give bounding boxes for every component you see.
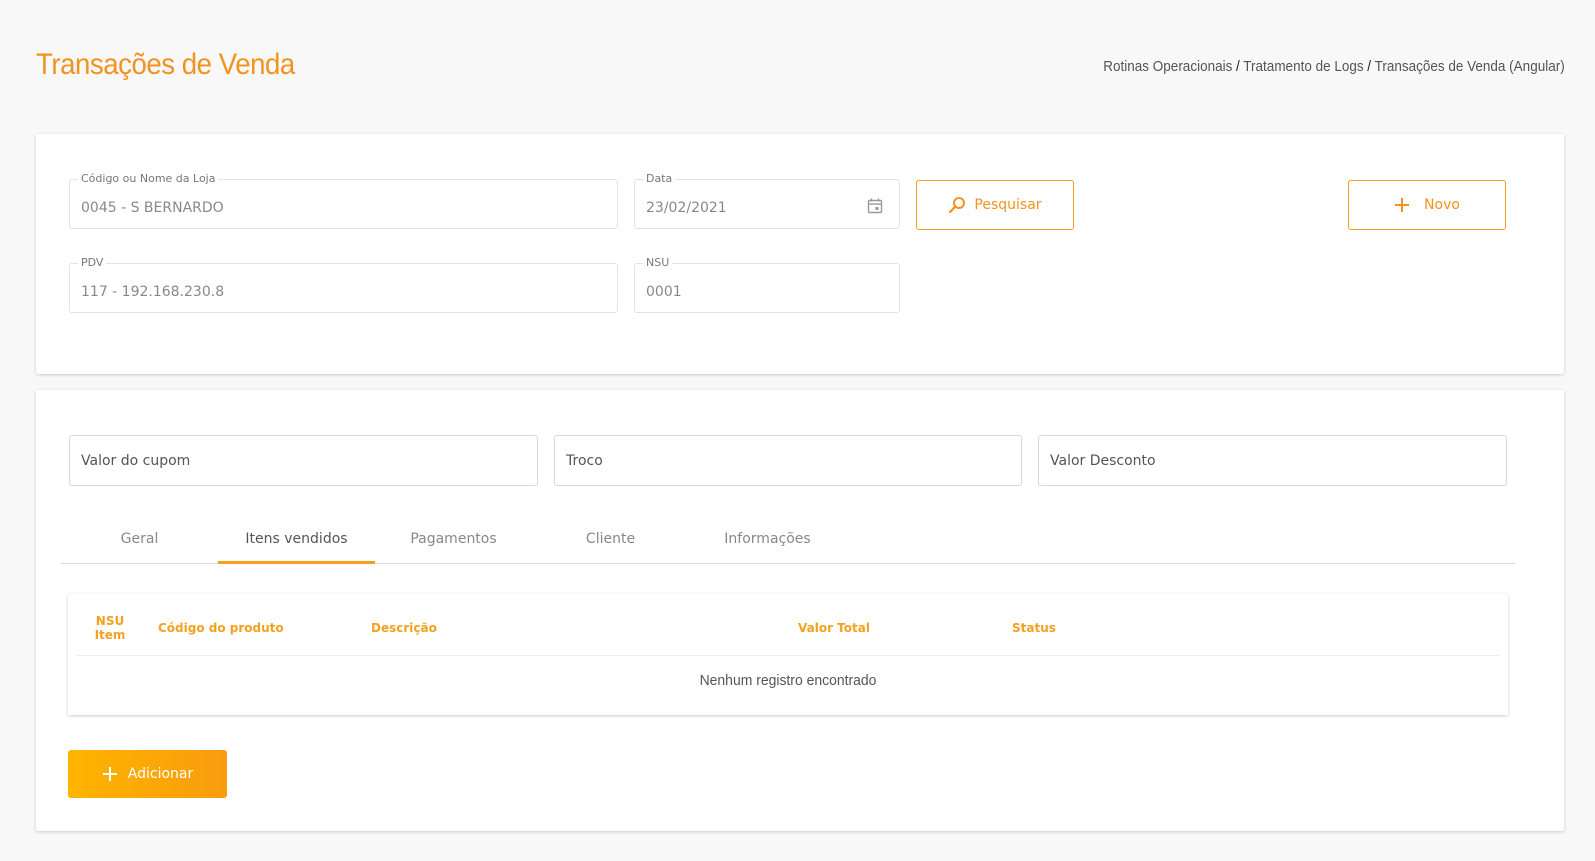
change-placeholder: Troco — [566, 453, 603, 469]
column-header-nsu-item[interactable]: NSU Item — [94, 614, 126, 642]
breadcrumb-item[interactable]: Rotinas Operacionais — [1104, 58, 1233, 75]
pdv-field-value: 117 - 192.168.230.8 — [81, 284, 225, 300]
add-button-label: Adicionar — [127, 766, 194, 782]
store-field-label: Código ou Nome da Loja — [78, 172, 219, 185]
empty-table-message: Nenhum registro encontrado — [699, 672, 877, 689]
calendar-icon[interactable] — [867, 198, 883, 214]
nsu-field[interactable]: NSU 0001 — [634, 256, 900, 313]
add-button[interactable]: Adicionar — [68, 750, 227, 798]
tab-itens-vendidos[interactable]: Itens vendidos — [218, 520, 375, 564]
new-button-label: Novo — [1424, 197, 1460, 213]
date-field[interactable]: Data 23/02/2021 — [634, 172, 900, 229]
date-field-value: 23/02/2021 — [646, 200, 727, 216]
column-header-total-value[interactable]: Valor Total — [798, 621, 870, 635]
column-header-nsu-line2: Item — [94, 628, 126, 642]
tab-geral[interactable]: Geral — [61, 520, 218, 564]
tab-informacoes[interactable]: Informações — [689, 520, 846, 564]
plus-icon — [102, 767, 117, 781]
breadcrumb-item[interactable]: Tratamento de Logs — [1244, 58, 1364, 75]
items-table: NSU Item Código do produto Descrição Val… — [68, 594, 1508, 715]
column-header-description[interactable]: Descrição — [371, 621, 437, 635]
search-icon — [949, 197, 966, 214]
nsu-field-value: 0001 — [646, 284, 682, 300]
store-field[interactable]: Código ou Nome da Loja 0045 - S BERNARDO — [69, 172, 618, 229]
filter-card: Código ou Nome da Loja 0045 - S BERNARDO… — [36, 134, 1564, 374]
breadcrumb-separator: / — [1367, 58, 1372, 75]
search-button-label: Pesquisar — [974, 197, 1042, 213]
tab-pagamentos[interactable]: Pagamentos — [375, 520, 532, 564]
column-header-status[interactable]: Status — [1012, 621, 1056, 635]
page-title: Transações de Venda — [36, 48, 295, 81]
pdv-field[interactable]: PDV 117 - 192.168.230.8 — [69, 256, 618, 313]
plus-icon — [1395, 198, 1410, 212]
store-field-value: 0045 - S BERNARDO — [81, 200, 224, 216]
column-header-product-code[interactable]: Código do produto — [158, 621, 284, 635]
discount-value-input[interactable]: Valor Desconto — [1038, 435, 1507, 486]
coupon-value-placeholder: Valor do cupom — [81, 453, 191, 469]
nsu-field-label: NSU — [643, 256, 673, 269]
tab-cliente[interactable]: Cliente — [532, 520, 689, 564]
coupon-value-input[interactable]: Valor do cupom — [69, 435, 538, 486]
date-field-label: Data — [643, 172, 676, 185]
detail-card: Valor do cupom Troco Valor Desconto Gera… — [36, 390, 1564, 831]
search-button[interactable]: Pesquisar — [916, 180, 1074, 230]
breadcrumb-separator: / — [1236, 58, 1240, 75]
pdv-field-label: PDV — [78, 256, 107, 269]
breadcrumb-item: Transações de Venda (Angular) — [1374, 58, 1565, 75]
column-header-nsu-line1: NSU — [95, 614, 125, 628]
tab-bar: Geral Itens vendidos Pagamentos Cliente … — [61, 520, 1515, 564]
discount-value-placeholder: Valor Desconto — [1050, 453, 1156, 469]
change-input[interactable]: Troco — [554, 435, 1022, 486]
breadcrumb: Rotinas Operacionais / Tratamento de Logs /… — [1104, 58, 1565, 75]
new-button[interactable]: Novo — [1348, 180, 1506, 230]
table-header-divider — [76, 655, 1500, 656]
